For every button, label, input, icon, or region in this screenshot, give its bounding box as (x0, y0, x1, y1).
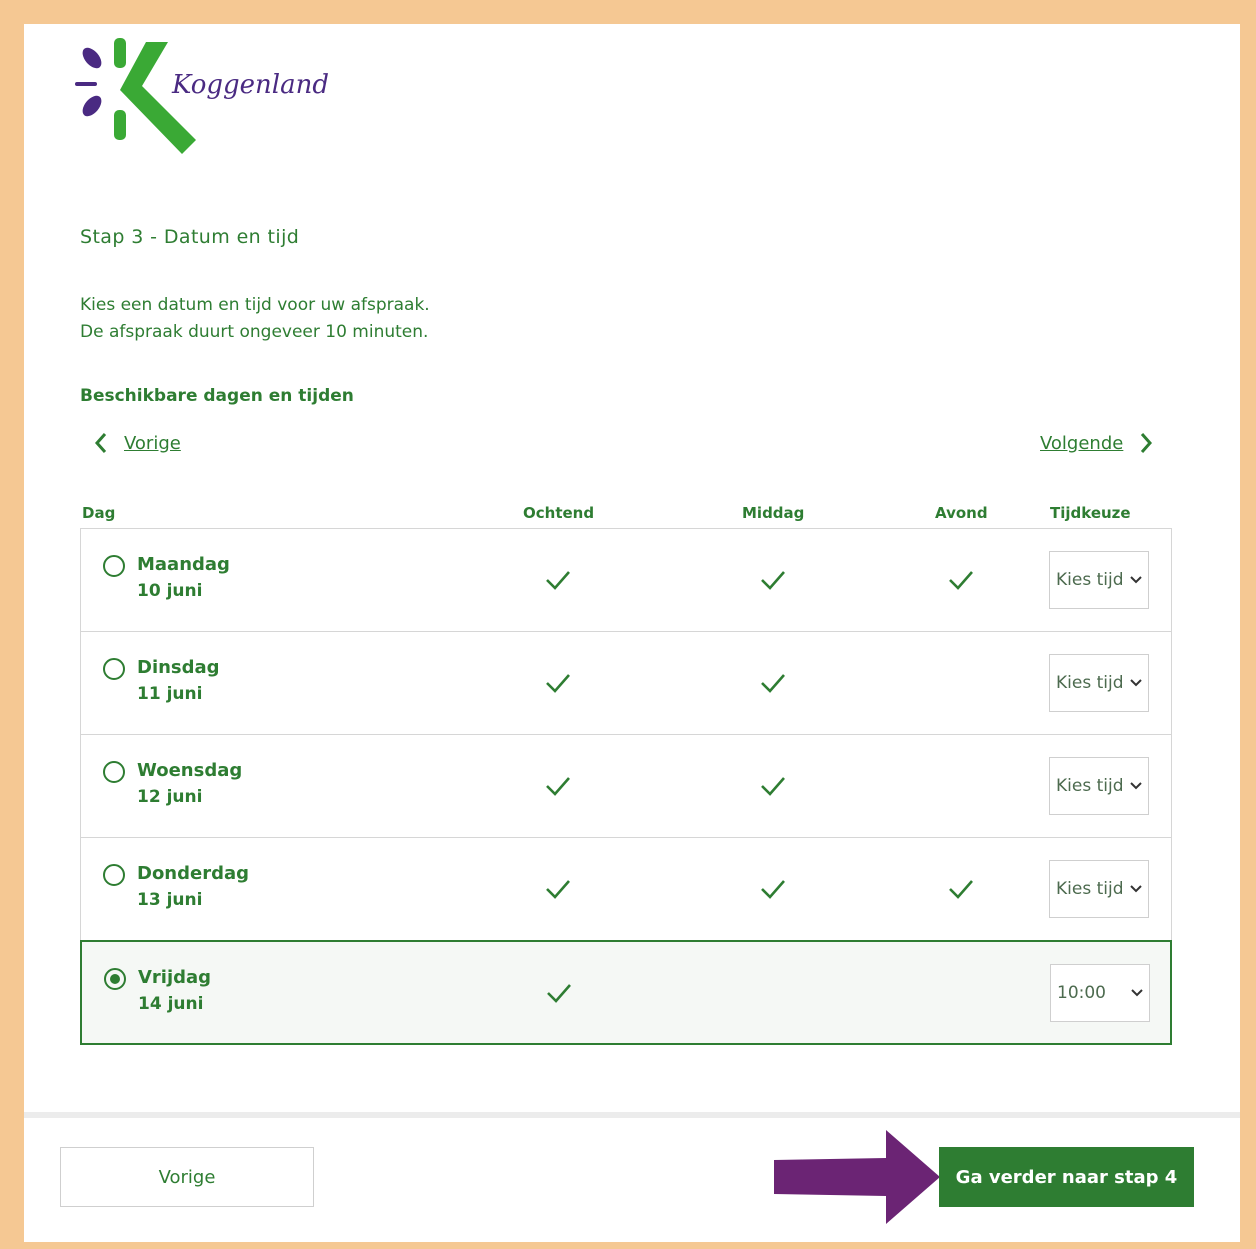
intro-line-1: Kies een datum en tijd voor uw afspraak. (80, 295, 430, 315)
day-date: 12 juni (137, 787, 203, 807)
day-name: Woensdag (137, 760, 243, 781)
time-select-value: Kies tijd (1056, 570, 1124, 590)
time-select-value: Kies tijd (1056, 673, 1124, 693)
table-row-2[interactable]: Woensdag 12 juni Kies tijd (80, 734, 1172, 837)
chevron-down-icon (1130, 782, 1142, 790)
time-select-0[interactable]: Kies tijd (1049, 551, 1149, 609)
day-radio-4[interactable] (104, 968, 126, 990)
table-row-1[interactable]: Dinsdag 11 juni Kies tijd (80, 631, 1172, 734)
next-week-link[interactable]: Volgende (1040, 432, 1153, 454)
afternoon-check-icon (761, 571, 785, 590)
evening-check-icon (949, 571, 973, 590)
afternoon-check-icon (761, 880, 785, 899)
time-select-4[interactable]: 10:00 (1050, 964, 1150, 1022)
day-name: Maandag (137, 554, 230, 575)
evening-check-icon (949, 880, 973, 899)
day-name: Vrijdag (138, 967, 212, 988)
chevron-left-icon (94, 433, 107, 453)
previous-button[interactable]: Vorige (60, 1147, 314, 1207)
day-date: 13 juni (137, 890, 203, 910)
day-radio-1[interactable] (103, 658, 125, 680)
morning-check-icon (546, 777, 570, 796)
afternoon-check-icon (761, 777, 785, 796)
morning-check-icon (547, 984, 571, 1003)
koggenland-logo: Koggenland (75, 38, 329, 154)
table-row-3[interactable]: Donderdag 13 juni Kies tijd (80, 837, 1172, 940)
day-date: 10 juni (137, 581, 203, 601)
time-select-value: Kies tijd (1056, 879, 1124, 899)
chevron-down-icon (1130, 679, 1142, 687)
previous-week-link[interactable]: Vorige (94, 432, 181, 454)
time-select-3[interactable]: Kies tijd (1049, 860, 1149, 918)
svg-text:Koggenland: Koggenland (171, 70, 329, 100)
day-date: 11 juni (137, 684, 203, 704)
available-heading: Beschikbare dagen en tijden (80, 386, 354, 406)
table-row-4[interactable]: Vrijdag 14 juni 10:00 (80, 940, 1172, 1045)
time-select-value: 10:00 (1057, 983, 1106, 1003)
availability-table: Maandag 10 juni Kies tijd Dinsdag 11 jun… (80, 528, 1172, 1045)
day-radio-0[interactable] (103, 555, 125, 577)
page-frame: Koggenland Stap 3 - Datum en tijd Kies e… (24, 24, 1240, 1242)
time-select-1[interactable]: Kies tijd (1049, 654, 1149, 712)
morning-check-icon (546, 880, 570, 899)
previous-week-label[interactable]: Vorige (124, 433, 181, 454)
next-week-label[interactable]: Volgende (1040, 433, 1123, 454)
chevron-down-icon (1130, 885, 1142, 893)
chevron-down-icon (1131, 989, 1143, 997)
arrow-right-icon (774, 1130, 940, 1224)
intro-text: Kies een datum en tijd voor uw afspraak.… (80, 292, 430, 346)
chevron-right-icon (1141, 433, 1153, 453)
afternoon-check-icon (761, 674, 785, 693)
day-radio-2[interactable] (103, 761, 125, 783)
table-row-0[interactable]: Maandag 10 juni Kies tijd (80, 528, 1172, 631)
intro-line-2: De afspraak duurt ongeveer 10 minuten. (80, 322, 429, 342)
column-header-morning: Ochtend (523, 504, 595, 522)
step-title: Stap 3 - Datum en tijd (80, 226, 300, 248)
column-header-evening: Avond (935, 504, 988, 522)
footer-divider (24, 1112, 1240, 1118)
day-date: 14 juni (138, 994, 204, 1014)
day-radio-3[interactable] (103, 864, 125, 886)
column-header-day: Dag (82, 504, 116, 522)
continue-step-4-button[interactable]: Ga verder naar stap 4 (939, 1147, 1194, 1207)
time-select-value: Kies tijd (1056, 776, 1124, 796)
morning-check-icon (546, 571, 570, 590)
day-name: Dinsdag (137, 657, 220, 678)
column-header-afternoon: Middag (742, 504, 805, 522)
morning-check-icon (546, 674, 570, 693)
time-select-2[interactable]: Kies tijd (1049, 757, 1149, 815)
day-name: Donderdag (137, 863, 250, 884)
chevron-down-icon (1130, 576, 1142, 584)
column-header-time-choice: Tijdkeuze (1050, 504, 1131, 522)
